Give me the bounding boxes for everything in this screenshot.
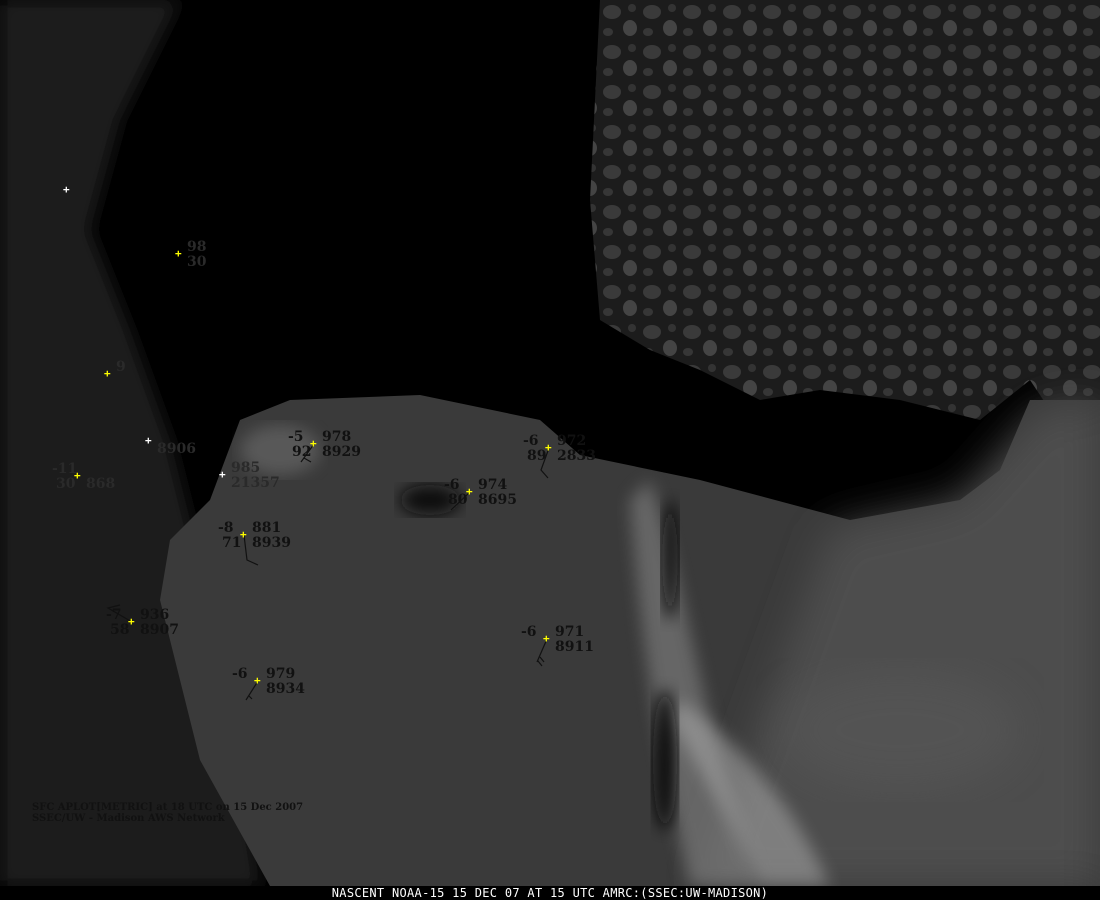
station-value-br: 8911 (555, 639, 594, 655)
station-value-br: 8934 (266, 681, 305, 697)
station-value-br: 8929 (322, 444, 361, 460)
station-marker-icon: + (254, 674, 261, 687)
station-marker-icon: + (145, 434, 152, 447)
station-value-bl: 71 (222, 535, 242, 551)
station-marker-icon: + (175, 247, 182, 260)
station-value-br: 2833 (557, 448, 596, 464)
image-caption-bar: NASCENT NOAA-15 15 DEC 07 AT 15 UTC AMRC… (0, 886, 1100, 900)
station-value-tl: -6 (523, 433, 539, 449)
station-value-br: 21357 (231, 475, 280, 491)
plot-legend: SFC APLOT[METRIC] at 18 UTC on 15 Dec 20… (32, 802, 303, 824)
station-value-tl: -6 (521, 624, 537, 640)
legend-line-1: SFC APLOT[METRIC] at 18 UTC on 15 Dec 20… (32, 802, 304, 813)
station-marker-icon: + (543, 632, 550, 645)
station-value-br: 8906 (157, 441, 196, 457)
station-value-tl: -6 (444, 477, 460, 493)
station-value-bl: 30 (56, 476, 76, 492)
station-value-br: 8907 (140, 622, 179, 638)
station-value-tl: -6 (232, 666, 248, 682)
station-value-tr: 972 (557, 433, 587, 449)
station-value-tr: 978 (322, 429, 352, 445)
station-marker-icon: + (63, 183, 70, 196)
station-marker-icon: + (219, 468, 226, 481)
station-value-bl: 58 (110, 622, 130, 638)
station-value-tr: 936 (140, 607, 170, 623)
station-value-tr: 9 (116, 359, 126, 375)
station-value-br: 8939 (252, 535, 291, 551)
satellite-image: + +98 30 +9 +8906 + -11 30 868 +985 21357 + -8 881 71 8… (0, 0, 1100, 900)
station-value-tl: -7 (106, 607, 122, 623)
station-value-tl: -5 (288, 429, 304, 445)
station-value-bl: 89 (527, 448, 547, 464)
station-value-tr: 971 (555, 624, 585, 640)
station-value-br: 8695 (478, 492, 517, 508)
station-value-tr: 985 (231, 460, 261, 476)
station-value-bl: 80 (448, 492, 468, 508)
station-value-tr: 979 (266, 666, 296, 682)
legend-line-2: SSEC/UW - Madison AWS Network (32, 813, 225, 824)
station-value-br: 868 (86, 476, 116, 492)
station-value-tl: -11 (52, 461, 78, 477)
station-value-tr: 974 (478, 477, 508, 493)
station-value-tr: 98 (187, 239, 207, 255)
station-marker-icon: + (104, 367, 111, 380)
station-value-br: 30 (187, 254, 207, 270)
station-value-bl: 92 (292, 444, 312, 460)
station-value-tr: 881 (252, 520, 282, 536)
station-value-tl: -8 (218, 520, 234, 536)
